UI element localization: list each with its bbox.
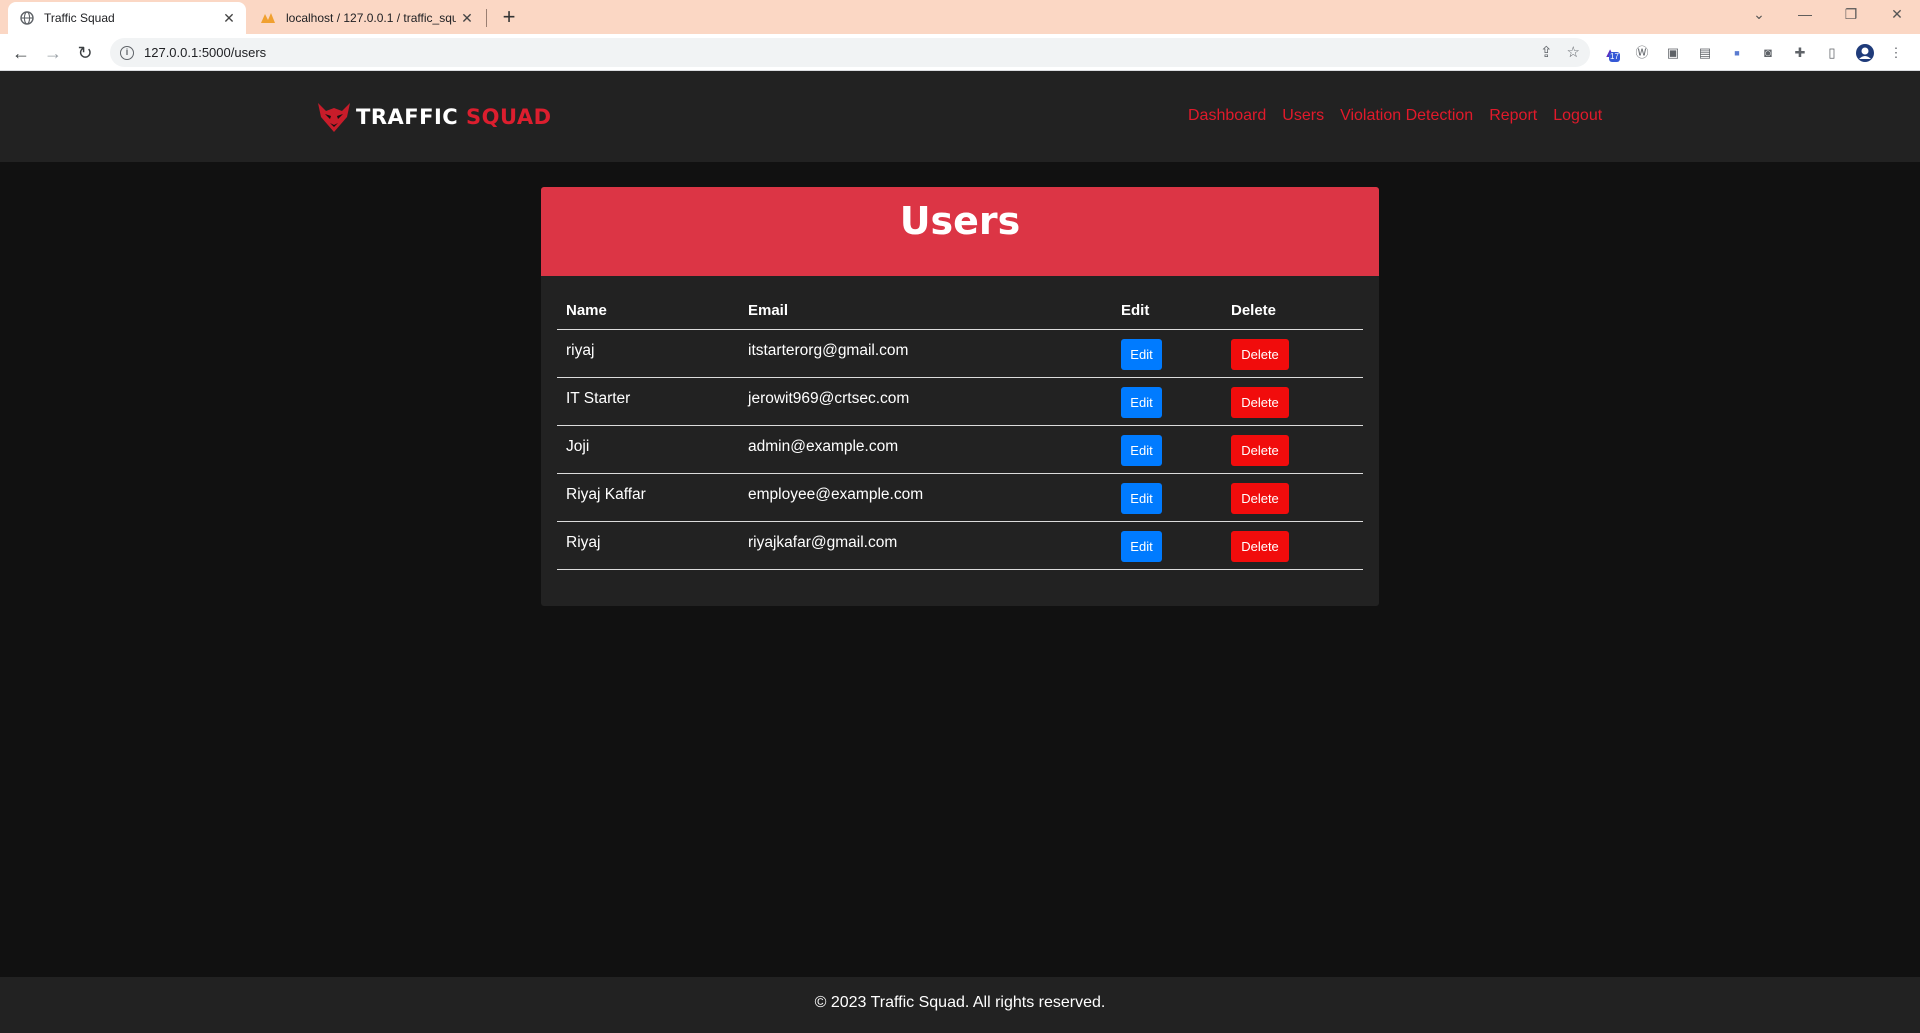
side-panel-icon[interactable]: ▯ (1822, 43, 1842, 63)
back-arrow-icon[interactable]: ← (7, 39, 35, 67)
browser-toolbar: ← → ↻ i 127.0.0.1:5000/users ⇪ ☆ ▲17 Ⓦ ▣… (0, 34, 1920, 71)
wordpress-icon[interactable]: Ⓦ (1632, 43, 1652, 63)
browser-tab-bar: Traffic Squad ✕ localhost / 127.0.0.1 / … (0, 0, 1920, 34)
edit-button[interactable]: Edit (1121, 531, 1162, 562)
puzzle-icon[interactable]: ✚ (1790, 43, 1810, 63)
logo-text: TRAFFIC SQUAD (356, 105, 552, 129)
copyright-text: © 2023 Traffic Squad. All rights reserve… (814, 994, 1106, 1011)
users-table: Name Email Edit Delete riyaj itstarteror… (557, 291, 1363, 570)
user-name: riyaj (566, 342, 595, 359)
table-row: riyaj itstarterorg@gmail.com Edit Delete (557, 330, 1363, 378)
tab-title: Traffic Squad (44, 11, 115, 25)
user-email: employee@example.com (748, 486, 924, 503)
user-email: riyajkafar@gmail.com (748, 534, 898, 551)
nav-users[interactable]: Users (1282, 107, 1324, 125)
user-name: Riyaj (566, 534, 601, 551)
table-row: Joji admin@example.com Edit Delete (557, 426, 1363, 474)
delete-button[interactable]: Delete (1231, 387, 1289, 418)
edit-button[interactable]: Edit (1121, 483, 1162, 514)
nav-logout[interactable]: Logout (1553, 107, 1602, 125)
delete-button[interactable]: Delete (1231, 531, 1289, 562)
address-bar[interactable]: i 127.0.0.1:5000/users ⇪ ☆ (110, 38, 1590, 67)
table-row: IT Starter jerowit969@crtsec.com Edit De… (557, 378, 1363, 426)
tab-search-icon[interactable]: ⌄ (1736, 0, 1782, 30)
delete-button[interactable]: Delete (1231, 339, 1289, 370)
new-tab-button[interactable]: + (496, 3, 522, 31)
user-name: Riyaj Kaffar (566, 486, 646, 503)
tab-separator (486, 9, 487, 27)
delete-button[interactable]: Delete (1231, 435, 1289, 466)
users-card-header: Users (541, 187, 1379, 276)
url-text[interactable]: 127.0.0.1:5000/users (144, 45, 266, 60)
user-name: Joji (566, 438, 590, 455)
extension-badge-icon[interactable]: ▲17 (1600, 43, 1620, 63)
site-info-icon[interactable]: i (120, 45, 134, 60)
logo-text-traffic: TRAFFIC (356, 105, 459, 129)
extension-b-icon[interactable]: ■ (1727, 43, 1747, 63)
site-header: TRAFFIC SQUAD Dashboard Users Violation … (0, 71, 1920, 162)
column-header-email: Email (748, 302, 789, 319)
users-card: Users Name Email Edit Delete riyaj itsta… (541, 187, 1379, 606)
site-footer: © 2023 Traffic Squad. All rights reserve… (0, 977, 1920, 1033)
user-email: admin@example.com (748, 438, 899, 455)
table-row: Riyaj Kaffar employee@example.com Edit D… (557, 474, 1363, 522)
share-icon[interactable]: ⇪ (1540, 43, 1553, 61)
edit-button[interactable]: Edit (1121, 435, 1162, 466)
bookmark-star-icon[interactable]: ☆ (1567, 43, 1580, 61)
tab-title: localhost / 127.0.0.1 / traffic_squa (286, 11, 456, 25)
tab-traffic-squad[interactable]: Traffic Squad ✕ (8, 2, 246, 34)
user-name: IT Starter (566, 390, 631, 407)
nav-violation-detection[interactable]: Violation Detection (1340, 107, 1473, 125)
edit-button[interactable]: Edit (1121, 339, 1162, 370)
globe-icon (20, 11, 34, 25)
restore-button[interactable]: ❐ (1828, 0, 1874, 30)
page-title: Users (899, 199, 1021, 243)
close-icon[interactable]: ✕ (218, 10, 240, 27)
column-header-delete: Delete (1231, 302, 1277, 319)
forward-arrow-icon[interactable]: → (39, 39, 67, 67)
nav-report[interactable]: Report (1489, 107, 1537, 125)
edit-button[interactable]: Edit (1121, 387, 1162, 418)
omnibox-actions: ⇪ ☆ (1540, 43, 1580, 61)
extension-k-icon[interactable]: ▣ (1663, 43, 1683, 63)
extension-robot-icon[interactable]: ◙ (1758, 43, 1778, 63)
user-email: jerowit969@crtsec.com (748, 390, 910, 407)
column-header-name: Name (566, 302, 607, 319)
browser-menu-icon[interactable]: ⋮ (1886, 43, 1906, 63)
extension-cast-icon[interactable]: ▤ (1695, 43, 1715, 63)
minimize-button[interactable]: — (1782, 0, 1828, 30)
delete-button[interactable]: Delete (1231, 483, 1289, 514)
site-logo[interactable]: TRAFFIC SQUAD (316, 99, 552, 135)
user-email: itstarterorg@gmail.com (748, 342, 909, 359)
column-header-edit: Edit (1121, 302, 1150, 319)
close-icon[interactable]: ✕ (456, 10, 478, 27)
profile-avatar-icon[interactable] (1855, 43, 1875, 63)
logo-text-squad: SQUAD (465, 105, 552, 129)
table-row: Riyaj riyajkafar@gmail.com Edit Delete (557, 522, 1363, 570)
reload-icon[interactable]: ↻ (71, 39, 99, 67)
window-close-button[interactable]: ✕ (1874, 0, 1920, 30)
phpmyadmin-icon (261, 13, 275, 23)
tab-phpmyadmin[interactable]: localhost / 127.0.0.1 / traffic_squa ✕ (252, 2, 484, 34)
extension-badge-count: 17 (1609, 52, 1620, 62)
main-nav: Dashboard Users Violation Detection Repo… (1188, 107, 1602, 125)
wolf-logo-icon (318, 103, 350, 132)
nav-dashboard[interactable]: Dashboard (1188, 107, 1266, 125)
table-header-row: Name Email Edit Delete (557, 291, 1363, 330)
